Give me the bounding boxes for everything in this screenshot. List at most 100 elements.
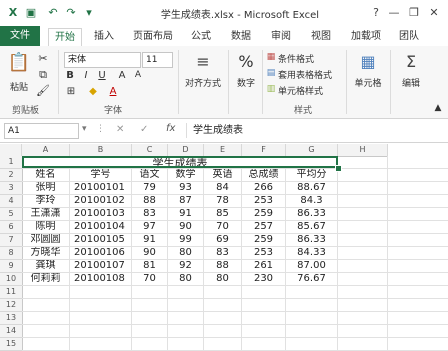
row-header[interactable]: 6: [0, 221, 23, 234]
undo-icon[interactable]: ↶: [46, 6, 60, 20]
data-cell[interactable]: 83: [204, 247, 241, 259]
minimize-button[interactable]: —: [386, 5, 402, 21]
data-cell[interactable]: 20100103: [70, 208, 131, 220]
cells-button[interactable]: 单元格: [348, 76, 388, 89]
data-cell[interactable]: 80: [168, 247, 203, 259]
close-button[interactable]: ✕: [426, 5, 442, 21]
data-cell[interactable]: 69: [204, 234, 241, 246]
data-cell[interactable]: 78: [204, 195, 241, 207]
row-header[interactable]: 13: [0, 312, 23, 325]
data-cell[interactable]: 85.67: [286, 221, 337, 233]
data-cell[interactable]: 20100108: [70, 273, 131, 285]
help-button[interactable]: ?: [368, 5, 384, 21]
insert-function-icon[interactable]: fx: [166, 123, 175, 134]
formula-input[interactable]: 学生成绩表: [186, 123, 447, 138]
data-cell[interactable]: 259: [242, 208, 285, 220]
data-cell[interactable]: 253: [242, 195, 285, 207]
header-cell[interactable]: 平均分: [286, 169, 337, 181]
data-cell[interactable]: 259: [242, 234, 285, 246]
font-size-select[interactable]: 11: [142, 52, 173, 68]
underline-icon[interactable]: U: [96, 70, 108, 81]
alignment-button[interactable]: 对齐方式: [180, 76, 226, 89]
data-cell[interactable]: 20100107: [70, 260, 131, 272]
data-cell[interactable]: 方晓华: [22, 247, 69, 259]
format-painter-icon[interactable]: 🖌: [36, 84, 50, 97]
enter-icon[interactable]: ✓: [140, 124, 148, 135]
bold-icon[interactable]: B: [64, 70, 76, 81]
cells-icon[interactable]: ▦: [354, 52, 382, 71]
tab-file[interactable]: 文件: [0, 26, 40, 46]
data-cell[interactable]: 91: [132, 234, 167, 246]
data-cell[interactable]: 90: [132, 247, 167, 259]
row-header[interactable]: 11: [0, 286, 23, 299]
row-header[interactable]: 15: [0, 338, 23, 351]
row-header[interactable]: 10: [0, 273, 23, 286]
name-box-dropdown-icon[interactable]: ▾: [82, 124, 87, 134]
italic-icon[interactable]: I: [80, 70, 92, 81]
grow-font-icon[interactable]: A: [116, 70, 128, 81]
data-cell[interactable]: 99: [168, 234, 203, 246]
data-cell[interactable]: 76.67: [286, 273, 337, 285]
data-cell[interactable]: 84.33: [286, 247, 337, 259]
tab-data[interactable]: 数据: [226, 28, 256, 45]
tab-insert[interactable]: 插入: [88, 28, 120, 45]
customize-qat-icon[interactable]: ▾: [82, 6, 96, 20]
header-cell[interactable]: 语文: [132, 169, 167, 181]
row-header[interactable]: 5: [0, 208, 23, 221]
font-color-icon[interactable]: A: [106, 86, 120, 97]
restore-button[interactable]: ❐: [406, 5, 422, 21]
tab-home[interactable]: 开始: [48, 28, 82, 47]
header-cell[interactable]: 学号: [70, 169, 131, 181]
data-cell[interactable]: 83: [132, 208, 167, 220]
paste-button[interactable]: 粘贴: [6, 80, 32, 93]
shrink-font-icon[interactable]: A: [132, 70, 144, 80]
row-header[interactable]: 8: [0, 247, 23, 260]
data-cell[interactable]: 257: [242, 221, 285, 233]
copy-icon[interactable]: ⧉: [36, 68, 50, 82]
data-cell[interactable]: 20100106: [70, 247, 131, 259]
data-cell[interactable]: 86.33: [286, 208, 337, 220]
data-cell[interactable]: 84: [204, 182, 241, 194]
row-header[interactable]: 3: [0, 182, 23, 195]
data-cell[interactable]: 88: [204, 260, 241, 272]
data-cell[interactable]: 92: [168, 260, 203, 272]
data-cell[interactable]: 20100101: [70, 182, 131, 194]
collapse-ribbon-icon[interactable]: ▲: [432, 103, 444, 113]
tab-addins[interactable]: 加载项: [346, 28, 386, 45]
editing-button[interactable]: 编辑: [394, 76, 428, 89]
data-cell[interactable]: 84.3: [286, 195, 337, 207]
font-name-select[interactable]: 宋体: [64, 52, 141, 68]
data-cell[interactable]: 20100104: [70, 221, 131, 233]
data-cell[interactable]: 81: [132, 260, 167, 272]
cut-icon[interactable]: ✂: [36, 52, 50, 65]
number-format-icon[interactable]: %: [234, 52, 258, 71]
header-cell[interactable]: 总成绩: [242, 169, 285, 181]
column-header[interactable]: H: [338, 144, 388, 157]
row-header[interactable]: 7: [0, 234, 23, 247]
cell-style-button[interactable]: 单元格样式: [278, 84, 348, 97]
data-cell[interactable]: 邓圆圆: [22, 234, 69, 246]
data-cell[interactable]: 88: [132, 195, 167, 207]
number-button[interactable]: 数字: [232, 76, 260, 89]
data-cell[interactable]: 97: [132, 221, 167, 233]
row-header[interactable]: 2: [0, 169, 23, 182]
data-cell[interactable]: 王潇潇: [22, 208, 69, 220]
header-cell[interactable]: 数学: [168, 169, 203, 181]
data-cell[interactable]: 张明: [22, 182, 69, 194]
data-cell[interactable]: 80: [168, 273, 203, 285]
alignment-icon[interactable]: ≡: [184, 52, 222, 71]
data-cell[interactable]: 李玲: [22, 195, 69, 207]
name-box[interactable]: A1: [4, 123, 79, 139]
table-format-button[interactable]: 套用表格格式: [278, 68, 348, 81]
header-cell[interactable]: 英语: [204, 169, 241, 181]
tab-review[interactable]: 审阅: [266, 28, 296, 45]
data-cell[interactable]: 93: [168, 182, 203, 194]
redo-icon[interactable]: ↷: [64, 6, 78, 20]
row-header[interactable]: 12: [0, 299, 23, 312]
data-cell[interactable]: 266: [242, 182, 285, 194]
conditional-format-button[interactable]: 条件格式: [278, 52, 348, 65]
data-cell[interactable]: 91: [168, 208, 203, 220]
data-cell[interactable]: 86.33: [286, 234, 337, 246]
fill-color-icon[interactable]: ◆: [86, 86, 100, 97]
data-cell[interactable]: 90: [168, 221, 203, 233]
